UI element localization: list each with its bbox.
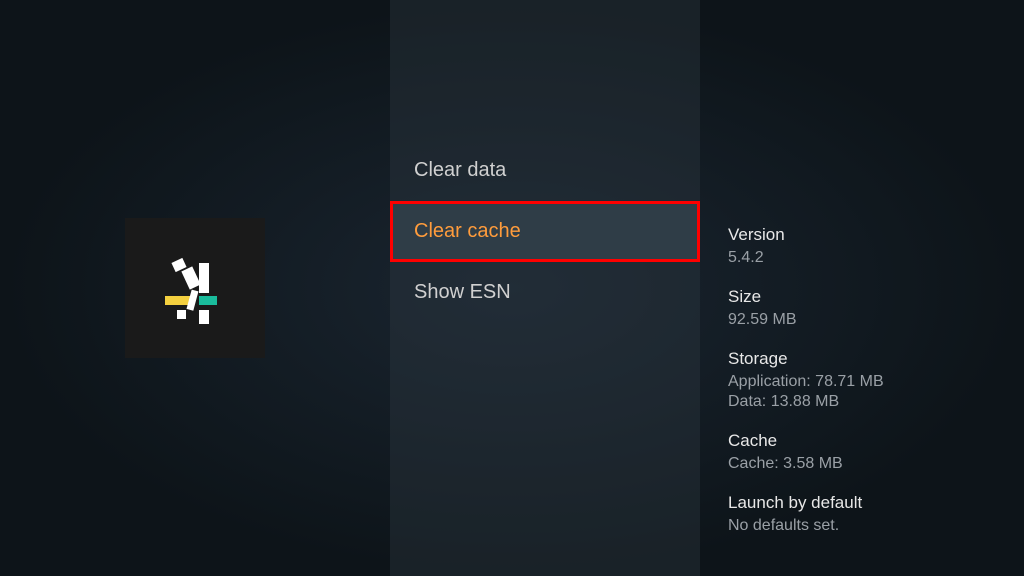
- left-panel: [0, 0, 390, 576]
- menu-item-clear-data[interactable]: Clear data: [390, 140, 700, 201]
- info-launch: Launch by default No defaults set.: [728, 493, 1024, 537]
- info-value: Cache: 3.58 MB: [728, 454, 1024, 475]
- info-value: Application: 78.71 MB: [728, 372, 1024, 393]
- channel-4-icon: [145, 238, 245, 338]
- menu-item-show-esn[interactable]: Show ESN: [390, 262, 700, 323]
- info-value: Data: 13.88 MB: [728, 392, 1024, 413]
- info-value: 92.59 MB: [728, 310, 1024, 331]
- info-value: No defaults set.: [728, 516, 1024, 537]
- info-label: Version: [728, 225, 1024, 245]
- info-value: 5.4.2: [728, 248, 1024, 269]
- info-label: Size: [728, 287, 1024, 307]
- info-label: Launch by default: [728, 493, 1024, 513]
- app-icon: [125, 218, 265, 358]
- info-cache: Cache Cache: 3.58 MB: [728, 431, 1024, 475]
- info-size: Size 92.59 MB: [728, 287, 1024, 331]
- menu-item-clear-cache[interactable]: Clear cache: [390, 201, 700, 262]
- info-panel: Version 5.4.2 Size 92.59 MB Storage Appl…: [700, 0, 1024, 576]
- info-storage: Storage Application: 78.71 MB Data: 13.8…: [728, 349, 1024, 414]
- menu-panel: Clear data Clear cache Show ESN: [390, 0, 700, 576]
- info-label: Cache: [728, 431, 1024, 451]
- info-version: Version 5.4.2: [728, 225, 1024, 269]
- info-label: Storage: [728, 349, 1024, 369]
